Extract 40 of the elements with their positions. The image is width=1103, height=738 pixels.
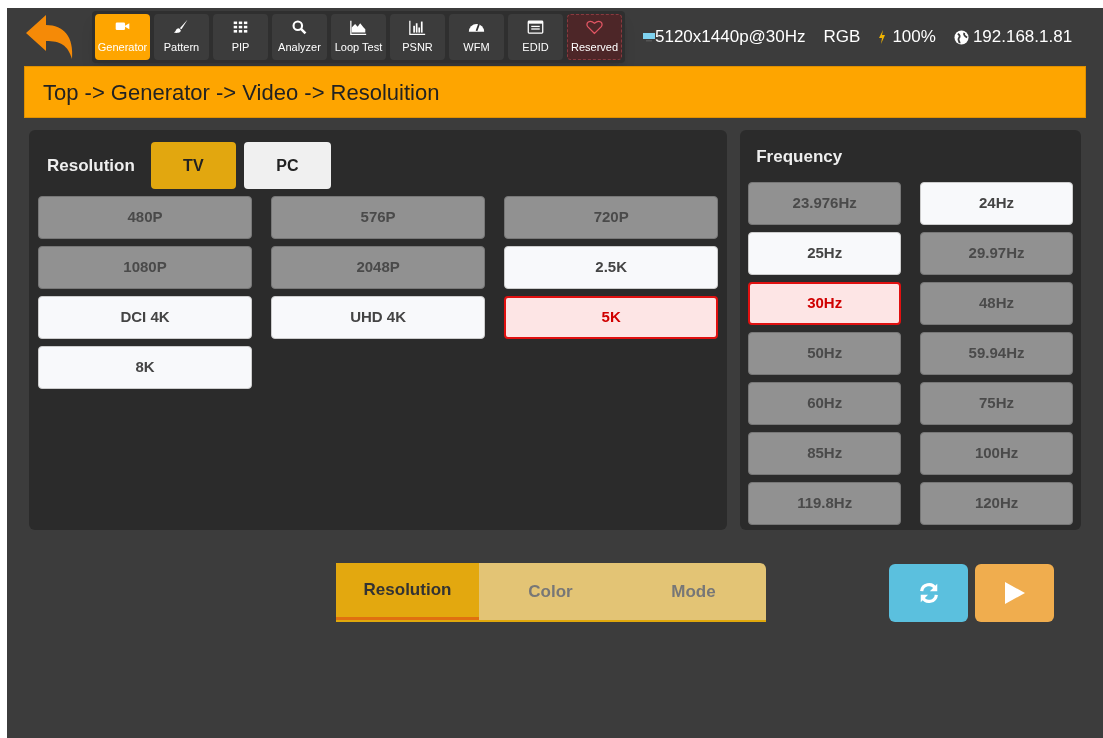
- option-button[interactable]: 30Hz: [748, 281, 902, 325]
- signal-text: 5120x1440p@30Hz: [655, 26, 806, 49]
- option-button[interactable]: 5K: [504, 296, 719, 339]
- area-chart-icon: [350, 18, 367, 36]
- search-icon: [291, 18, 308, 36]
- resolution-label: Resolution: [47, 154, 135, 177]
- refresh-button[interactable]: [889, 563, 968, 622]
- toolbar-tab[interactable]: PIP: [213, 14, 268, 60]
- option-button[interactable]: 25Hz: [748, 231, 902, 275]
- globe-icon: [953, 29, 969, 45]
- color-space-text: RGB: [823, 26, 861, 49]
- toolbar-tab[interactable]: WFM: [449, 14, 504, 60]
- toolbar-tab[interactable]: Reserved: [567, 14, 622, 60]
- refresh-icon: [917, 581, 940, 604]
- section-tab[interactable]: Mode: [622, 563, 765, 620]
- option-button[interactable]: 8K: [38, 346, 253, 389]
- play-button[interactable]: [975, 563, 1054, 622]
- ip-address-text: 192.168.1.81: [972, 26, 1073, 49]
- toolbar-tab[interactable]: PSNR: [390, 14, 445, 60]
- display-type-toggle[interactable]: PC: [243, 142, 331, 189]
- bar-chart-icon: [409, 18, 426, 36]
- breadcrumb-text: Top -> Generator -> Video -> Resoluition: [43, 78, 440, 107]
- toolbar-tab[interactable]: Analyzer: [272, 14, 327, 60]
- display-type-toggle[interactable]: TV: [150, 142, 236, 189]
- list-icon: [527, 18, 544, 36]
- lightning-icon: [878, 30, 887, 44]
- toolbar-tab[interactable]: EDID: [508, 14, 563, 60]
- frequency-title: Frequency: [756, 146, 844, 168]
- option-button[interactable]: DCI 4K: [38, 296, 253, 339]
- option-button[interactable]: UHD 4K: [271, 296, 486, 339]
- section-tab[interactable]: Color: [479, 563, 622, 620]
- toolbar-tab[interactable]: Pattern: [154, 14, 209, 60]
- monitor-icon: [643, 32, 655, 42]
- section-tab[interactable]: Resolution: [336, 563, 479, 620]
- heart-icon: [586, 18, 603, 36]
- play-icon: [1004, 581, 1025, 604]
- power-text: 100%: [892, 26, 936, 49]
- toolbar-tab[interactable]: Loop Test: [331, 14, 386, 60]
- option-button[interactable]: 2.5K: [504, 246, 719, 289]
- option-button[interactable]: 24Hz: [920, 181, 1073, 225]
